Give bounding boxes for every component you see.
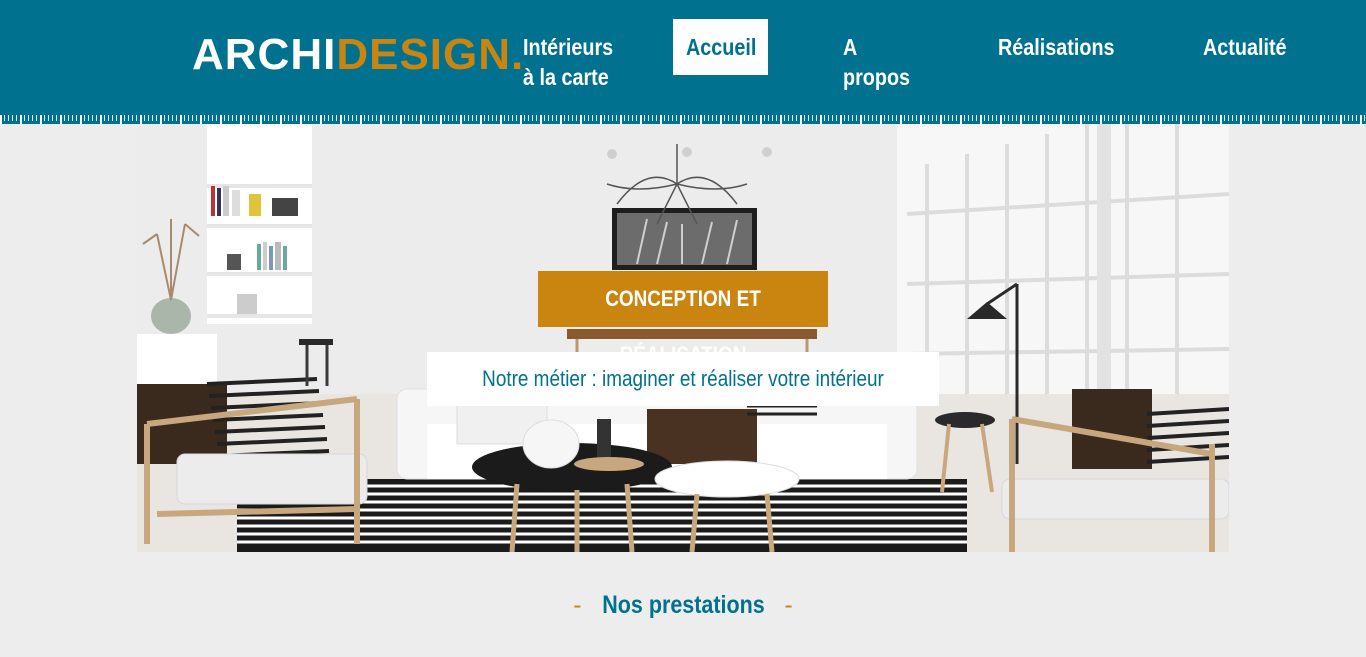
nav-a-propos[interactable]: A propos bbox=[843, 32, 910, 92]
archidesign-logo[interactable]: ARCHIDESIGN. bbox=[192, 30, 524, 80]
nav-interieurs-a-la-carte[interactable]: Intérieurs à la carte bbox=[523, 32, 613, 92]
nav-label-line1: A bbox=[843, 34, 858, 60]
logo-design: DESIGN. bbox=[336, 30, 525, 79]
nav-accueil[interactable]: Accueil bbox=[673, 19, 768, 75]
heading-label: Nos prestations bbox=[601, 591, 765, 619]
nav-label-line1: Intérieurs bbox=[523, 34, 614, 60]
hero-tagline: Notre métier : imaginer et réaliser votr… bbox=[427, 352, 939, 406]
hero-tagline-text: Notre métier : imaginer et réaliser votr… bbox=[482, 366, 884, 391]
nav-label-line2: propos bbox=[843, 64, 911, 90]
nav-label-line1: Actualité bbox=[1203, 34, 1287, 60]
ruler-divider-major bbox=[0, 115, 1366, 124]
nav-label-line2: à la carte bbox=[523, 64, 609, 90]
nav-realisations[interactable]: Réalisations bbox=[998, 32, 1115, 62]
hero-badge: CONCEPTION ET RÉALISATION bbox=[538, 271, 828, 367]
heading-dash-left: - bbox=[573, 591, 582, 619]
nav-label-line1: Réalisations bbox=[998, 34, 1115, 60]
nav-actualite[interactable]: Actualité bbox=[1203, 32, 1287, 62]
logo-archi: ARCHI bbox=[192, 30, 337, 79]
section-heading: - Nos prestations - bbox=[0, 588, 1366, 622]
heading-dash-right: - bbox=[784, 591, 793, 619]
nav-accueil-label: Accueil bbox=[686, 34, 757, 60]
